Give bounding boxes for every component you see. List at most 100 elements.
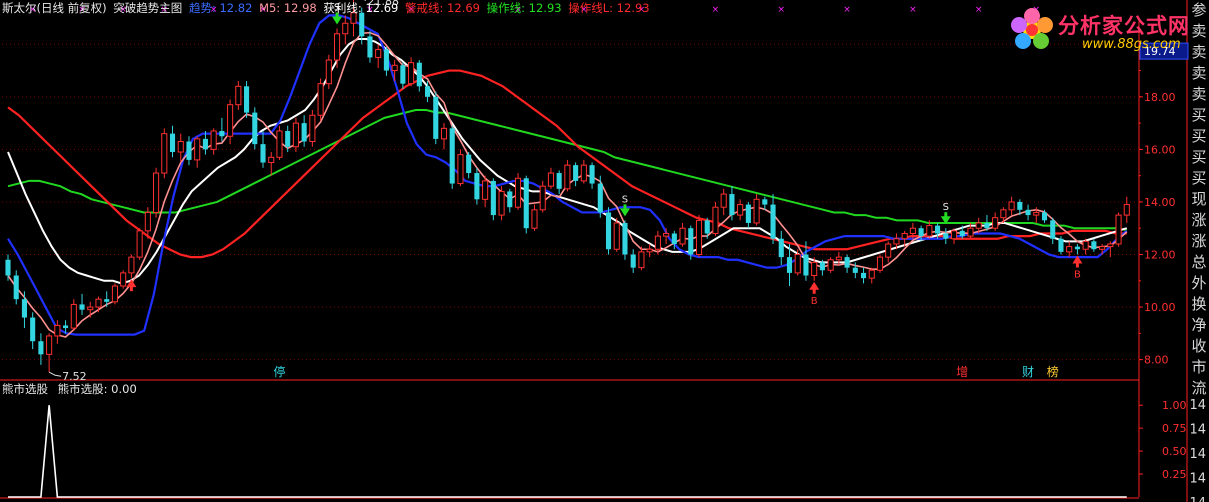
y-tick-label: 18.00 [1144,91,1176,104]
candle-body-up [70,303,77,329]
candle-body-up [712,206,719,234]
buy-signal-label: B [1074,269,1081,280]
candle-body-down [819,262,825,271]
candle-body-up [638,251,645,269]
candle-body-down [383,49,389,71]
candle-body-up [564,164,571,190]
candle-body-up [753,198,760,224]
candle-body-up [1066,246,1073,253]
candle-body-down [918,228,924,237]
candle-body-up [235,85,242,106]
candle-body-up [161,133,168,174]
legend-oper-l: 操作线L: 12.93 [568,1,650,15]
candle-body-up [136,230,143,258]
candle-body-down [943,233,949,239]
candle-body-down [21,299,28,318]
top-cross-marker: × [843,5,851,15]
candle-body-up [613,222,620,250]
candle-body-down [186,141,192,160]
candle-body-down [778,238,784,258]
candle-body-up [95,298,102,308]
candle-body-up [1099,246,1106,250]
logo-url: www.88gs.com [1082,37,1181,52]
indicator-name: 突破趋势主图 [113,1,183,15]
candle-body-down [416,62,422,87]
candle-body-down [400,65,406,84]
candle-body-up [811,261,818,277]
top-cross-marker: × [712,5,720,15]
candle-body-up [144,211,151,232]
candle-body-up [498,190,505,216]
side-label: 涨 [1191,211,1207,229]
candle-body-down [1041,212,1048,221]
candle-body-down [474,173,480,200]
candle-body-up [46,335,53,355]
candle-body-up [227,104,234,137]
candle-body-up [292,122,299,148]
candle-body-down [770,204,776,239]
candle-body-down [79,304,85,310]
side-label: 卖 [1191,22,1207,40]
candle-body-down [367,36,373,58]
candle-body-down [573,165,579,181]
candle-body-up [531,209,538,229]
candle-body-up [1082,240,1089,250]
legend-profit: 获利线: 12.69 [323,1,399,15]
side-label: 净 [1191,316,1207,334]
candle-body-up [325,59,332,85]
candle-body-up [54,324,61,337]
side-label: 外 [1191,274,1207,292]
candle-body-up [580,164,587,182]
sub-y-tick-label: 1.00 [1162,399,1187,412]
side-info-column: 参卖卖卖卖买买买买现涨涨总外换净收市流 [1189,0,1209,502]
bottom-tag: 增 [956,365,968,379]
candle-body-down [1058,238,1064,252]
buy-arrow-stem [129,286,133,292]
chart-header: 斯太尔(日线 前复权) 突破趋势主图 趋势: 12.82 M5: 12.98 获… [2,0,653,16]
side-label: 涨 [1191,232,1207,250]
sell-arrow-stem [944,212,948,218]
y-tick-label: 14.00 [1144,196,1176,209]
candle-body-down [605,212,612,250]
candle-body-up [1123,204,1130,216]
candle-body-up [334,33,341,61]
side-label: 卖 [1191,85,1207,103]
candle-body-up [975,222,982,229]
candle-body-up [408,62,415,85]
candle-body-up [342,22,349,35]
candle-body-down [622,222,628,255]
candle-body-down [466,154,472,174]
candle-body-down [1017,201,1023,210]
candle-body-up [547,172,554,187]
candle-body-up [87,306,94,311]
y-tick-label: 16.00 [1144,143,1176,156]
candle-body-up [268,156,275,164]
side-label: 收 [1191,337,1207,355]
bottom-tag: 榜 [1047,364,1059,379]
sub-indicator-value: 熊市选股: 0.00 [57,382,137,396]
buy-arrow-stem [1075,262,1079,268]
side-label: 买 [1191,106,1207,124]
candle-body-up [391,64,398,72]
candle-body-down [244,86,250,113]
side-label: 现 [1191,190,1207,208]
candle-body-up [695,219,703,255]
candle-body-up [177,141,184,153]
candle-body-up [1107,243,1114,248]
candle-body-up [646,248,653,253]
candle-body-up [876,256,884,271]
candle-body-up [482,180,489,200]
sub-y-tick-label: 0.25 [1162,468,1187,481]
candle-body-down [860,272,867,279]
candle-body-down [688,228,694,255]
buy-signal-label: B [811,296,818,307]
site-logo: 分析家公式网 www.88gs.com [1006,4,1206,56]
candle-body-up [128,256,135,274]
candle-body-up [1008,201,1015,211]
candle-body-down [1050,220,1056,239]
candle-body-down [5,259,11,276]
candle-body-down [959,230,965,237]
side-label: 卖 [1191,64,1207,82]
candle-body-down [433,96,439,139]
candle-body-up [317,83,324,116]
